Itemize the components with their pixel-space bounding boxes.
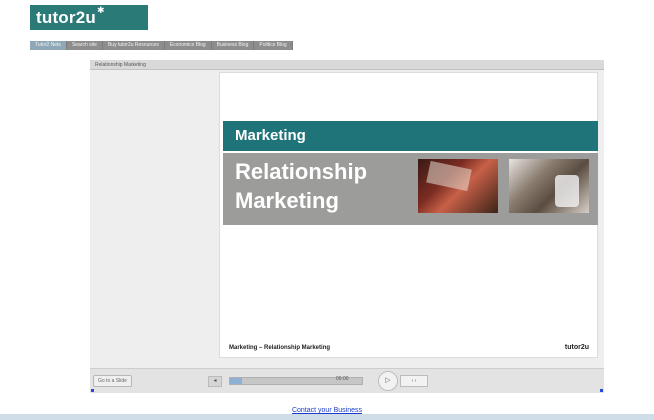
footer-bar: [0, 414, 654, 420]
left-corner-marker: [91, 389, 94, 392]
nav-item-tutor2-nets[interactable]: Tutor2 Nets: [30, 41, 67, 50]
top-navigation: Tutor2 Nets Search site Buy tutor2u Reso…: [30, 41, 293, 50]
nav-item-business-blog[interactable]: Business Blog: [211, 41, 255, 50]
nav-item-economics-blog[interactable]: Economics Blog: [164, 41, 212, 50]
nav-item-buy-resources[interactable]: Buy tutor2u Resources: [102, 41, 165, 50]
slide-main-title: Relationship Marketing: [235, 159, 368, 213]
slide-photo-staff: [509, 159, 589, 213]
play-icon[interactable]: ▷: [378, 371, 398, 391]
store-sign-shape: [426, 160, 472, 192]
slide-footer-text: Marketing – Relationship Marketing: [229, 345, 331, 351]
nav-item-politics-blog[interactable]: Politics Blog: [254, 41, 293, 50]
logo-text: tutor2u: [36, 7, 96, 27]
player-controls: Go to a Slide ◂ 00:00 ▷ ‹ ›: [90, 368, 604, 393]
right-corner-marker: [600, 389, 603, 392]
slide-band-title: Relationship Marketing: [223, 153, 598, 225]
nav-item-search-site[interactable]: Search site: [66, 41, 103, 50]
person-shape: [555, 175, 579, 207]
slide-photo-store: [418, 159, 498, 213]
slide-brand: tutor2u: [564, 344, 589, 351]
time-readout: 00:00: [336, 376, 349, 382]
slide-band-title: Marketing: [235, 127, 306, 144]
go-to-slide-button[interactable]: Go to a Slide: [93, 375, 132, 387]
slide-canvas: Marketing Relationship Marketing Marketi…: [219, 72, 598, 358]
previous-icon[interactable]: ◂: [208, 376, 222, 387]
frame-title: Relationship Marketing: [90, 60, 604, 70]
logo-star-icon: ✱: [96, 5, 105, 15]
contact-business-link[interactable]: Contact your Business: [0, 407, 654, 414]
progress-fill: [230, 378, 242, 384]
slide-band-marketing: Marketing: [223, 121, 598, 151]
step-buttons[interactable]: ‹ ›: [400, 375, 428, 387]
tutor2u-logo[interactable]: tutor2u ✱: [30, 5, 148, 30]
